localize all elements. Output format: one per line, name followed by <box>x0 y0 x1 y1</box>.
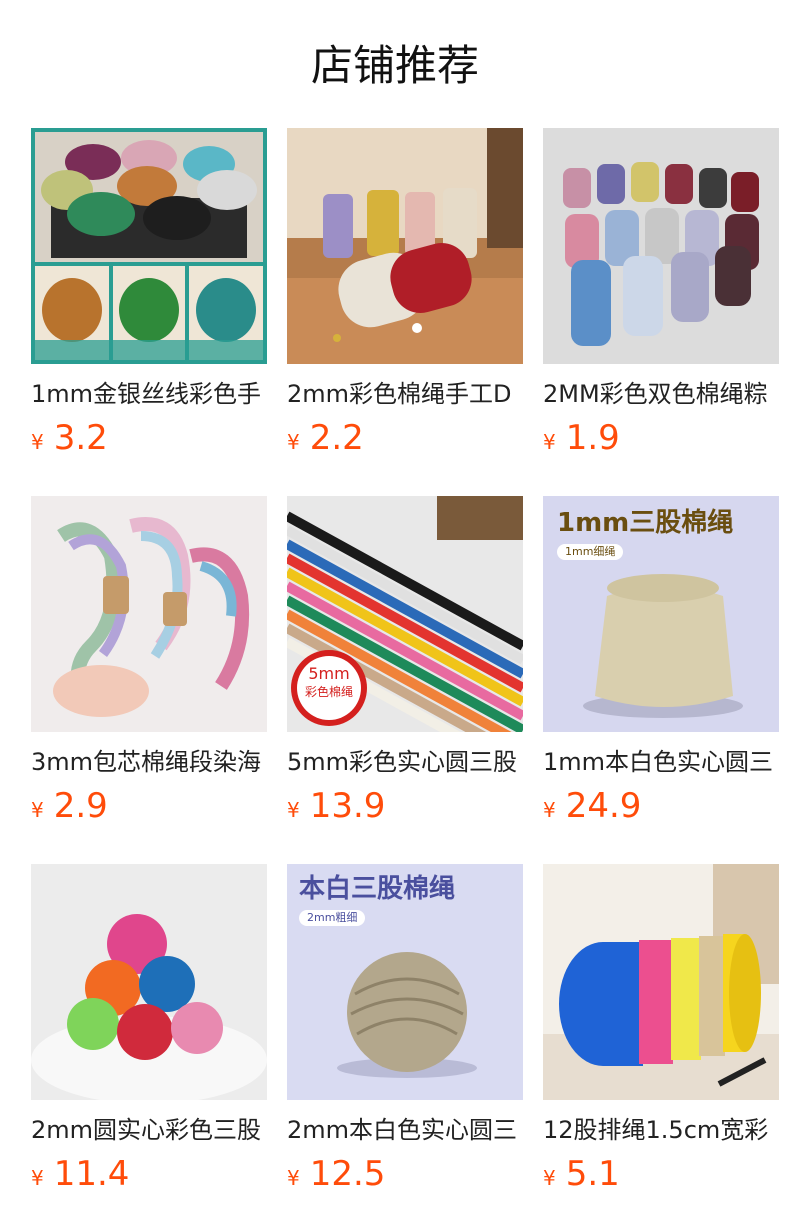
currency-symbol: ¥ <box>543 798 556 822</box>
cotton-twine-image <box>287 128 523 364</box>
badge-size-text: 5mm <box>308 664 350 683</box>
rope-hanks-image <box>31 496 267 732</box>
product-image[interactable] <box>287 128 523 364</box>
price-row: ¥3.2 <box>31 416 108 460</box>
product-image[interactable]: 5mm 彩色棉绳 <box>287 496 523 732</box>
product-price: 5.1 <box>565 1154 620 1194</box>
product-card[interactable]: 本白三股棉绳 2mm粗细 2mm本白色实心圆三 ¥12.5 <box>287 864 523 1204</box>
product-name[interactable]: 2mm彩色棉绳手工D <box>287 378 523 410</box>
currency-symbol: ¥ <box>287 430 300 454</box>
currency-symbol: ¥ <box>31 1166 44 1190</box>
image-headline: 本白三股棉绳 <box>299 874 456 904</box>
product-price: 3.2 <box>53 418 108 458</box>
image-headline: 1mm三股棉绳 <box>557 508 734 538</box>
currency-symbol: ¥ <box>543 430 556 454</box>
product-image[interactable] <box>31 864 267 1100</box>
currency-symbol: ¥ <box>31 798 44 822</box>
product-name[interactable]: 2mm圆实心彩色三股 <box>31 1114 267 1146</box>
page-title: 店铺推荐 <box>310 41 479 90</box>
product-name[interactable]: 1mm金银丝线彩色手 <box>31 378 267 410</box>
product-image[interactable]: 本白三股棉绳 2mm粗细 <box>287 864 523 1100</box>
product-card[interactable]: 12股排绳1.5cm宽彩 ¥5.1 <box>543 864 779 1204</box>
flat-rope-rolls-image <box>543 864 779 1100</box>
product-card[interactable]: 2MM彩色双色棉绳粽 ¥1.9 <box>543 128 779 468</box>
image-tag: 2mm粗细 <box>299 910 366 926</box>
product-price: 1.9 <box>565 418 620 458</box>
product-card[interactable]: 1mm三股棉绳 1mm细绳 1mm本白色实心圆三 ¥24.9 <box>543 496 779 836</box>
product-price: 13.9 <box>309 786 386 826</box>
thread-spools-image <box>31 128 267 364</box>
product-card[interactable]: 2mm彩色棉绳手工D ¥2.2 <box>287 128 523 468</box>
product-name[interactable]: 12股排绳1.5cm宽彩 <box>543 1114 779 1146</box>
product-price: 24.9 <box>565 786 642 826</box>
product-price: 12.5 <box>309 1154 386 1194</box>
product-card[interactable]: 5mm 彩色棉绳 5mm彩色实心圆三股 ¥13.9 <box>287 496 523 836</box>
yarn-balls-image <box>31 864 267 1100</box>
price-row: ¥1.9 <box>543 416 620 460</box>
currency-symbol: ¥ <box>31 430 44 454</box>
price-row: ¥2.9 <box>31 784 108 828</box>
product-image[interactable] <box>543 128 779 364</box>
product-name[interactable]: 1mm本白色实心圆三 <box>543 746 779 778</box>
image-tag: 1mm细绳 <box>557 544 624 560</box>
currency-symbol: ¥ <box>287 798 300 822</box>
product-price: 2.9 <box>53 786 108 826</box>
currency-symbol: ¥ <box>543 1166 556 1190</box>
product-name[interactable]: 5mm彩色实心圆三股 <box>287 746 523 778</box>
price-row: ¥13.9 <box>287 784 385 828</box>
product-name[interactable]: 2mm本白色实心圆三 <box>287 1114 523 1146</box>
product-image[interactable] <box>543 864 779 1100</box>
price-row: ¥12.5 <box>287 1152 385 1196</box>
badge-label-text: 彩色棉绳 <box>304 685 353 699</box>
product-price: 2.2 <box>309 418 364 458</box>
product-card[interactable]: 2mm圆实心彩色三股 ¥11.4 <box>31 864 267 1204</box>
size-badge: 5mm 彩色棉绳 <box>301 664 357 700</box>
product-grid: 1mm金银丝线彩色手 ¥3.2 2mm彩色棉绳手工D ¥2.2 2MM彩色双色棉… <box>31 128 790 1232</box>
price-row: ¥5.1 <box>543 1152 620 1196</box>
product-price: 11.4 <box>53 1154 130 1194</box>
product-name[interactable]: 3mm包芯棉绳段染海 <box>31 746 267 778</box>
product-name[interactable]: 2MM彩色双色棉绳粽 <box>543 378 779 410</box>
product-image[interactable]: 1mm三股棉绳 1mm细绳 <box>543 496 779 732</box>
product-image[interactable] <box>31 496 267 732</box>
price-row: ¥24.9 <box>543 784 641 828</box>
currency-symbol: ¥ <box>287 1166 300 1190</box>
product-image[interactable] <box>31 128 267 364</box>
price-row: ¥11.4 <box>31 1152 129 1196</box>
product-card[interactable]: 1mm金银丝线彩色手 ¥3.2 <box>31 128 267 468</box>
product-card[interactable]: 3mm包芯棉绳段染海 ¥2.9 <box>31 496 267 836</box>
twine-rolls-image <box>543 128 779 364</box>
price-row: ¥2.2 <box>287 416 364 460</box>
